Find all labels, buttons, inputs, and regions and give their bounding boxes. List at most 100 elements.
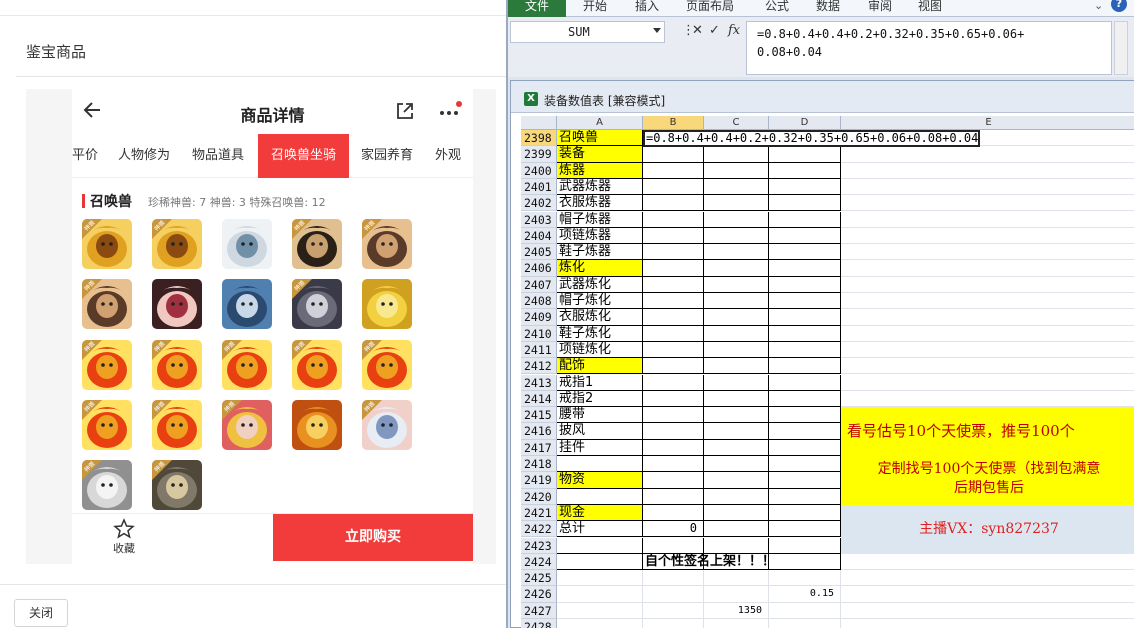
row-header[interactable]: 2425	[521, 570, 557, 587]
cell-E[interactable]	[841, 179, 1134, 196]
cell-C[interactable]	[704, 341, 769, 359]
cell-A[interactable]: 装备	[557, 146, 643, 163]
cell-A[interactable]: 项链炼化	[557, 341, 643, 359]
cell-B[interactable]	[643, 260, 704, 277]
ribbon-tab-page-layout[interactable]: 页面布局	[686, 0, 734, 17]
bearded-general-pet-icon[interactable]: 神兽	[82, 279, 132, 329]
cell-C[interactable]	[704, 586, 769, 603]
row-header[interactable]: 2426	[521, 586, 557, 603]
cell-E[interactable]	[841, 391, 1134, 408]
cell-E[interactable]	[841, 244, 1134, 261]
row-header[interactable]: 2402	[521, 195, 557, 212]
cell-C[interactable]	[704, 178, 769, 196]
cell-B[interactable]	[643, 407, 704, 424]
cell-B[interactable]	[643, 472, 704, 489]
cell-D[interactable]	[769, 260, 841, 277]
enter-check-icon[interactable]: ✓	[709, 23, 720, 39]
cell-C[interactable]	[704, 276, 769, 293]
white-ghost-pet-icon[interactable]: 神兽	[82, 460, 132, 510]
dark-haired-warrior-pet-icon[interactable]: 神兽	[292, 219, 342, 269]
cell-C[interactable]	[704, 227, 769, 245]
cell-E[interactable]	[841, 195, 1134, 212]
cell-D[interactable]	[769, 276, 841, 293]
tab-price[interactable]: 平价	[72, 134, 100, 178]
cell-D[interactable]	[769, 358, 841, 375]
row-header[interactable]: 2400	[521, 162, 557, 179]
white-haired-child-pet-icon[interactable]: 神兽	[362, 400, 412, 450]
cell-D[interactable]	[769, 293, 841, 310]
cell-A[interactable]: 披风	[557, 423, 643, 440]
cell-D[interactable]	[769, 195, 841, 212]
cell-B[interactable]: 自个性签名上架！！！	[643, 553, 775, 571]
cell-A[interactable]	[557, 456, 643, 473]
cell-E[interactable]	[841, 603, 1134, 619]
golden-blob-pet-icon[interactable]	[362, 279, 412, 329]
row-header[interactable]: 2419	[521, 472, 557, 489]
column-header-D[interactable]: D	[769, 116, 841, 130]
cell-C[interactable]	[704, 472, 769, 489]
cell-E[interactable]	[841, 277, 1134, 293]
cell-B[interactable]	[643, 146, 704, 163]
cell-D[interactable]	[769, 244, 841, 261]
name-box[interactable]: SUM	[510, 21, 665, 43]
cell-A[interactable]: 鞋子炼化	[557, 325, 643, 342]
cell-E[interactable]	[841, 212, 1134, 228]
cell-A[interactable]: 衣服炼化	[557, 309, 643, 326]
ribbon-tab-view[interactable]: 视图	[918, 0, 942, 17]
golden-lion-pet-icon[interactable]: 神兽	[152, 219, 202, 269]
cell-C[interactable]	[704, 293, 769, 310]
cell-C[interactable]	[704, 260, 769, 277]
cell-C[interactable]	[704, 619, 769, 628]
row-header[interactable]: 2408	[521, 293, 557, 310]
cell-D[interactable]	[769, 537, 841, 554]
cell-C[interactable]	[704, 390, 769, 408]
cell-D[interactable]	[769, 619, 841, 628]
cell-B[interactable]	[643, 195, 704, 212]
tab-pets-mounts[interactable]: 召唤兽坐骑	[258, 134, 349, 178]
cell-B[interactable]	[643, 244, 704, 261]
cell-B[interactable]	[643, 211, 704, 228]
cell-D[interactable]	[769, 439, 841, 456]
cell-B[interactable]	[643, 537, 704, 554]
cell-E[interactable]	[841, 358, 1134, 375]
row-header[interactable]: 2409	[521, 309, 557, 326]
cell-A[interactable]: 配饰	[557, 358, 643, 375]
cell-C[interactable]	[704, 407, 769, 424]
tab-homestead[interactable]: 家园养育	[355, 134, 419, 178]
cell-B[interactable]	[643, 325, 704, 342]
cell-A[interactable]: 帽子炼化	[557, 293, 643, 310]
cell-D[interactable]	[769, 146, 841, 163]
row-header[interactable]: 2412	[521, 358, 557, 375]
cell-D[interactable]	[769, 504, 841, 522]
cell-D[interactable]	[769, 488, 841, 505]
row-header[interactable]: 2399	[521, 146, 557, 163]
cell-C[interactable]	[704, 211, 769, 228]
fire-phoenix-pet-icon[interactable]: 神兽	[82, 400, 132, 450]
cell-A[interactable]: 挂件	[557, 439, 643, 456]
cell-C[interactable]	[704, 570, 769, 587]
formula-bar-scrollbar[interactable]	[1114, 21, 1128, 75]
cell-B[interactable]	[643, 358, 704, 375]
close-button[interactable]: 关闭	[14, 599, 68, 627]
cell-C[interactable]: 1350	[704, 602, 769, 619]
cell-A[interactable]: 召唤兽	[557, 130, 643, 147]
ribbon-tab-data[interactable]: 数据	[816, 0, 840, 17]
column-header-B[interactable]: B	[643, 116, 704, 130]
cell-C[interactable]	[704, 521, 769, 538]
cell-A[interactable]	[557, 586, 643, 603]
cell-E[interactable]	[841, 228, 1134, 245]
cell-B[interactable]	[643, 619, 704, 628]
row-header[interactable]: 2405	[521, 244, 557, 261]
cell-C[interactable]	[704, 146, 769, 163]
cell-E[interactable]	[841, 586, 1134, 603]
cell-D[interactable]	[769, 570, 841, 587]
maiden-pet-icon[interactable]	[152, 279, 202, 329]
cell-D[interactable]	[769, 456, 841, 473]
blonde-girl-pet-icon[interactable]: 神兽	[222, 400, 272, 450]
row-header[interactable]: 2418	[521, 456, 557, 473]
row-header[interactable]: 2415	[521, 407, 557, 424]
cell-B[interactable]	[643, 276, 704, 293]
tab-appearance[interactable]: 外观	[428, 134, 468, 178]
cell-B[interactable]	[643, 293, 704, 310]
cell-D[interactable]	[769, 162, 841, 179]
